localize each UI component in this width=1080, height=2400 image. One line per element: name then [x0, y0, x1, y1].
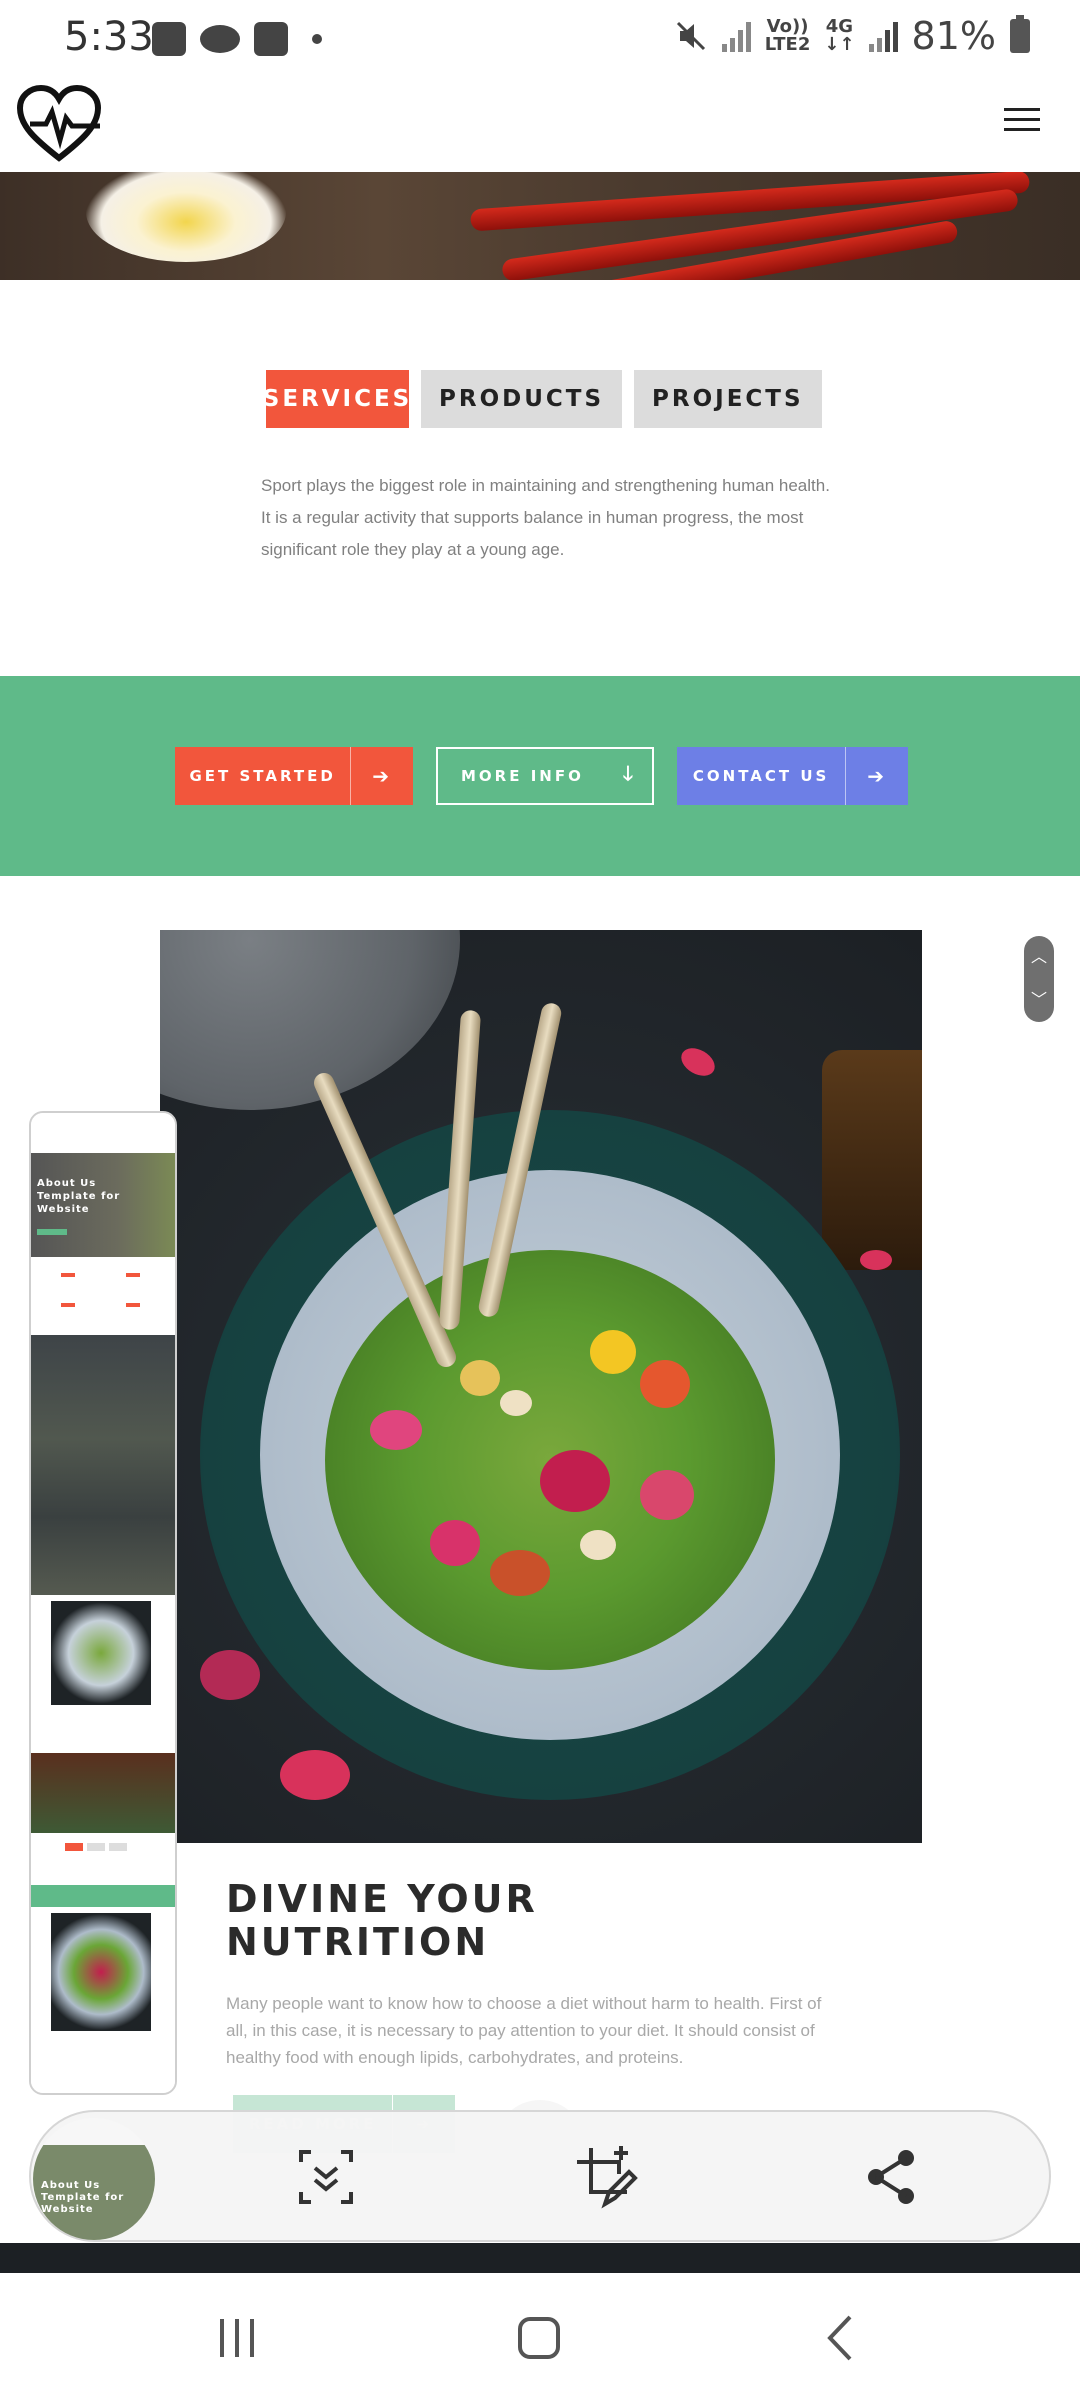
thumbnail-title: About Us Template for Website — [41, 2180, 125, 2215]
signal-1-icon — [721, 20, 751, 52]
preview-track-section — [31, 1753, 175, 1833]
scroll-up-down-control[interactable]: ︿ ﹀ — [1024, 936, 1054, 1022]
preview-hero: About Us Template for Website — [31, 1153, 175, 1257]
tabs: SERVICES PRODUCTS PROJECTS — [263, 370, 822, 428]
tab-projects[interactable]: PROJECTS — [634, 370, 822, 428]
volte-indicator: Vo)) LTE2 — [765, 18, 811, 54]
preview-cta-band — [31, 1885, 175, 1907]
site-header — [0, 78, 1080, 172]
flower-image — [86, 172, 286, 262]
nutrition-text: Many people want to know how to choose a… — [226, 1994, 822, 2067]
chevron-up-icon[interactable]: ︿ — [1031, 949, 1047, 966]
tab-products[interactable]: PRODUCTS — [421, 370, 623, 428]
tab-services[interactable]: SERVICES — [263, 370, 409, 428]
crop-edit-icon[interactable] — [573, 2144, 639, 2210]
system-navigation-bar — [0, 2273, 1080, 2400]
recent-apps-icon[interactable] — [212, 2313, 262, 2363]
more-info-label: MORE INFO — [461, 767, 584, 785]
battery-icon — [1010, 15, 1030, 53]
preview-stats — [31, 1257, 175, 1335]
status-bar: 5:33 Vo)) LTE2 4G ↓↑ 81% — [0, 0, 1080, 78]
hero-image-strip — [0, 172, 1080, 280]
status-time: 5:33 — [64, 14, 154, 60]
footer-image-strip — [0, 2243, 1080, 2273]
preview-features — [31, 1335, 175, 1595]
food-bowl-image — [160, 930, 922, 1843]
more-info-button[interactable]: MORE INFO 🡓 — [436, 747, 654, 805]
arrow-right-icon: ➔ — [350, 747, 413, 805]
tab-content-text: Sport plays the biggest role in maintain… — [261, 476, 830, 559]
scroll-capture-preview[interactable]: About Us Template for Website — [29, 1111, 177, 2095]
more-notifications-dot-icon — [312, 34, 322, 44]
signal-2-icon — [868, 20, 898, 52]
nutrition-title: DIVINE YOUR NUTRITION — [226, 1877, 538, 1964]
get-started-label: GET STARTED — [189, 767, 336, 785]
home-icon[interactable] — [514, 2313, 564, 2363]
cloud-icon — [200, 25, 240, 53]
back-icon[interactable] — [816, 2313, 866, 2363]
contact-us-label: CONTACT US — [692, 767, 830, 785]
hamburger-menu-icon[interactable] — [1004, 108, 1040, 136]
message-icon — [254, 22, 288, 56]
preview-nutrition — [31, 1907, 175, 2093]
preview-food-section — [31, 1595, 175, 1753]
share-icon[interactable] — [858, 2144, 924, 2210]
notification-icons — [152, 22, 322, 56]
lte-label: LTE2 — [764, 34, 811, 55]
heartbeat-logo-icon[interactable] — [16, 84, 102, 164]
preview-tabs — [31, 1833, 175, 1885]
arrow-right-icon: ➔ — [845, 747, 908, 805]
status-right: Vo)) LTE2 4G ↓↑ 81% — [674, 14, 1030, 58]
battery-percent: 81% — [911, 14, 996, 58]
data-arrows-icon: ↓↑ — [824, 34, 855, 55]
preview-hero-title: About Us Template for Website — [37, 1178, 121, 1215]
scroll-capture-icon[interactable] — [293, 2144, 359, 2210]
chevron-down-icon[interactable]: ﹀ — [1031, 992, 1047, 1009]
capture-thumbnail[interactable]: About Us Template for Website — [33, 2118, 155, 2240]
contact-us-button[interactable]: CONTACT US ➔ — [677, 747, 908, 805]
arrow-down-icon: 🡓 — [622, 761, 637, 785]
preview-header — [31, 1113, 175, 1154]
network-type-indicator: 4G ↓↑ — [824, 18, 854, 54]
get-started-button[interactable]: GET STARTED ➔ — [175, 747, 413, 805]
mute-icon — [676, 21, 705, 51]
capture-toolbar: About Us Template for Website — [29, 2110, 1051, 2242]
gallery-icon — [152, 22, 186, 56]
